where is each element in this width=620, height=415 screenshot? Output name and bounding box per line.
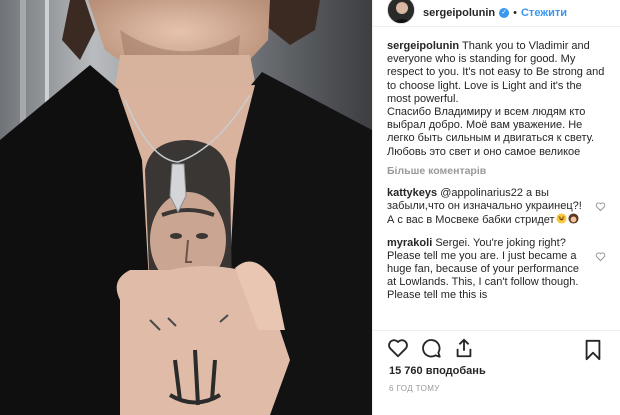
separator-dot: • — [513, 7, 517, 19]
comment-icon[interactable] — [420, 337, 444, 361]
post-header: sergeipolunin ✓ • Стежити — [373, 0, 620, 27]
woman-emoji-icon — [568, 213, 579, 224]
heart-icon[interactable] — [387, 337, 411, 361]
comments-list: sergeipolunin Thank you to Vladimir and … — [387, 40, 608, 330]
follow-button[interactable]: Стежити — [521, 7, 567, 19]
post-timestamp[interactable]: 6 ГОД ТОМУ — [389, 384, 440, 393]
comment-like-heart-icon[interactable] — [595, 201, 606, 212]
caption-text: Thank you to Vladimir and everyone who i… — [387, 40, 605, 158]
laughing-emoji-icon — [556, 213, 567, 224]
caption-username[interactable]: sergeipolunin — [387, 40, 459, 52]
post-sidebar: sergeipolunin ✓ • Стежити sergeipolunin … — [372, 0, 620, 415]
likes-count[interactable]: 15 760 вподобань — [389, 365, 486, 377]
comment-item: kattykeys @appolinarius22 а вы забыли,чт… — [387, 187, 608, 228]
post-image — [0, 0, 372, 415]
author-avatar[interactable] — [387, 0, 415, 24]
share-icon[interactable] — [453, 337, 477, 361]
bookmark-icon[interactable] — [583, 339, 605, 361]
load-more-comments-button[interactable]: Більше коментарів — [387, 165, 608, 178]
post-caption: sergeipolunin Thank you to Vladimir and … — [387, 40, 608, 159]
comment-username[interactable]: myrakoli — [387, 237, 432, 249]
comment-like-heart-icon[interactable] — [595, 251, 606, 262]
post-actions-bar — [373, 330, 620, 366]
comment-username[interactable]: kattykeys — [387, 187, 437, 199]
verified-badge-icon: ✓ — [499, 8, 510, 18]
author-username[interactable]: sergeipolunin — [423, 7, 495, 19]
comment-item: myrakoli Sergei. You're joking right? Pl… — [387, 237, 608, 303]
post-photo[interactable] — [0, 0, 372, 415]
